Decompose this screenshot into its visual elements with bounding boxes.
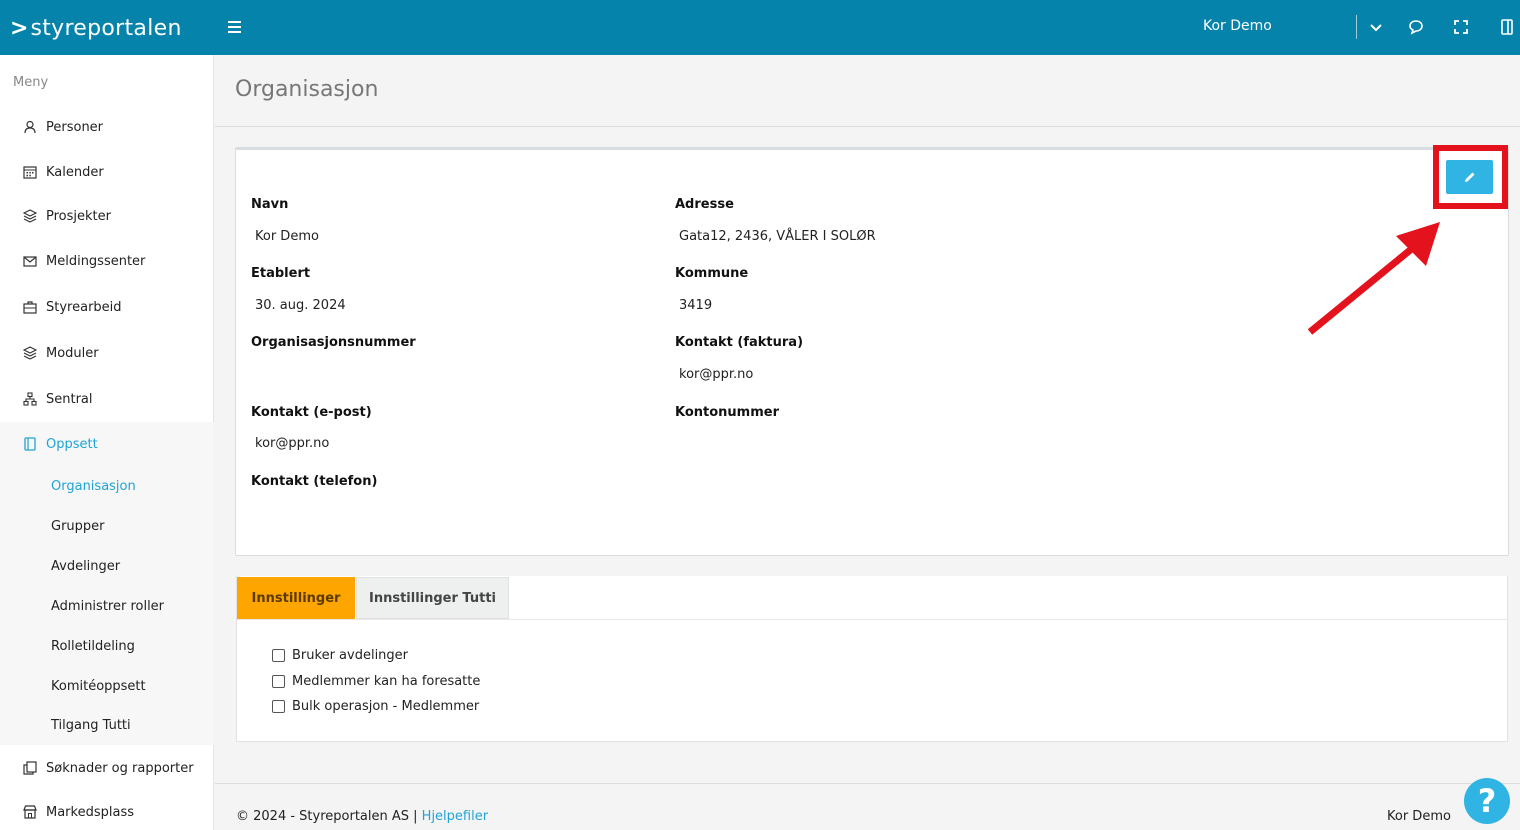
navn-value: Kor Demo [255,229,319,244]
logo-chevron-icon: > [10,15,29,41]
sidebar-item-sentral[interactable]: Sentral [0,385,214,413]
tab-innstillinger[interactable]: Innstillinger [237,577,355,619]
etablert-label: Etablert [251,266,311,281]
submenu-item-administrer-roller[interactable]: Administrer roller [51,599,164,614]
submenu-item-rolletildeling[interactable]: Rolletildeling [51,639,135,654]
chevron-down-icon[interactable] [1366,17,1386,37]
brand-name: styreportalen [30,15,182,41]
sidebar-item-label: Styrearbeid [46,299,122,315]
submenu-item-komiteoppsett[interactable]: Komitéoppsett [51,679,146,694]
calendar-icon [22,164,38,180]
setting-label: Bulk operasjon - Medlemmer [292,699,480,714]
sidebar-item-label: Oppsett [46,436,98,452]
sidebar-item-label: Moduler [46,345,99,361]
checkbox[interactable] [272,675,285,688]
etablert-value: 30. aug. 2024 [255,298,346,313]
footer-user: Kor Demo [1387,809,1451,824]
sidebar-item-meldingssenter[interactable]: Meldingssenter [0,247,214,275]
setting-bulk-operasjon-medlemmer: Bulk operasjon - Medlemmer [272,699,479,714]
menu-icon[interactable] [228,18,246,36]
submenu-item-organisasjon[interactable]: Organisasjon [51,479,136,494]
copyright-text: © 2024 - Styreportalen AS | [236,809,418,824]
kontakt-epost-value: kor@ppr.no [255,436,330,451]
annotation-arrow [1307,222,1440,335]
setting-label: Bruker avdelinger [292,648,409,663]
setting-label: Medlemmer kan ha foresatte [292,674,481,689]
organisasjonsnummer-label: Organisasjonsnummer [251,335,416,350]
kommune-value: 3419 [679,298,713,313]
top-user-name[interactable]: Kor Demo [1203,18,1272,34]
sidebar-item-kalender[interactable]: Kalender [0,158,214,186]
tab-divider [237,619,1508,620]
sidebar-item-moduler[interactable]: Moduler [0,339,214,367]
store-icon [22,804,38,820]
sitemap-icon [22,391,38,407]
checkbox[interactable] [272,700,285,713]
organisation-card [235,147,1509,556]
sidebar-item-label: Meldingssenter [46,253,146,269]
menu-label: Meny [13,75,49,90]
layers-icon [22,345,38,361]
kontakt-faktura-value: kor@ppr.no [679,367,754,382]
kontakt-faktura-label: Kontakt (faktura) [675,335,804,350]
chat-icon[interactable] [1406,17,1426,37]
kontakt-telefon-label: Kontakt (telefon) [251,474,378,489]
sidebar-item-label: Søknader og rapporter [46,760,194,776]
help-button[interactable]: ? [1464,778,1510,824]
sidebar-item-styrearbeid[interactable]: Styrearbeid [0,293,214,321]
page-header: Organisasjon [215,55,1520,127]
kontonummer-label: Kontonummer [675,405,780,420]
top-separator [1356,15,1357,39]
sidebar-item-label: Prosjekter [46,208,111,224]
sidebar: Meny Personer Kalender Prosjekter Meldin… [0,55,214,830]
adresse-label: Adresse [675,197,734,212]
book-icon [22,436,38,452]
sidebar-item-personer[interactable]: Personer [0,113,214,141]
copy-icon [22,760,38,776]
submenu-item-avdelinger[interactable]: Avdelinger [51,559,120,574]
page-title: Organisasjon [235,77,379,102]
navn-label: Navn [251,197,289,212]
adresse-value: Gata12, 2436, VÅLER I SOLØR [679,229,876,244]
fullscreen-icon[interactable] [1451,17,1471,37]
kommune-label: Kommune [675,266,749,281]
setting-bruker-avdelinger: Bruker avdelinger [272,648,408,663]
person-icon [22,119,38,135]
footer-copyright: © 2024 - Styreportalen AS | Hjelpefiler [236,809,488,824]
submenu-oppsett: Oppsett Organisasjon Grupper Avdelinger … [0,422,214,745]
top-bar: > styreportalen Kor Demo [0,0,1520,55]
kontakt-epost-label: Kontakt (e-post) [251,405,372,420]
sidebar-item-oppsett[interactable]: Oppsett [0,430,214,458]
sidebar-item-label: Markedsplass [46,804,134,820]
mail-icon [22,253,38,269]
briefcase-icon [22,299,38,315]
brand-logo[interactable]: > styreportalen [10,14,182,42]
sidebar-item-label: Personer [46,119,104,135]
footer-divider [215,783,1520,784]
sidebar-item-markedsplass[interactable]: Markedsplass [0,798,214,826]
checkbox[interactable] [272,649,285,662]
sidebar-item-label: Sentral [46,391,93,407]
layers-icon [22,208,38,224]
highlight-box [1433,145,1508,209]
sidebar-item-label: Kalender [46,164,104,180]
sidebar-item-prosjekter[interactable]: Prosjekter [0,202,214,230]
setting-medlemmer-kan-ha-foresatte: Medlemmer kan ha foresatte [272,674,480,689]
submenu-item-tilgang-tutti[interactable]: Tilgang Tutti [51,718,131,733]
tab-innstillinger-tutti[interactable]: Innstillinger Tutti [356,577,509,619]
panel-icon[interactable] [1497,17,1517,37]
help-files-link[interactable]: Hjelpefiler [422,809,488,824]
sidebar-item-soknader-og-rapporter[interactable]: Søknader og rapporter [0,754,214,782]
submenu-item-grupper[interactable]: Grupper [51,519,105,534]
